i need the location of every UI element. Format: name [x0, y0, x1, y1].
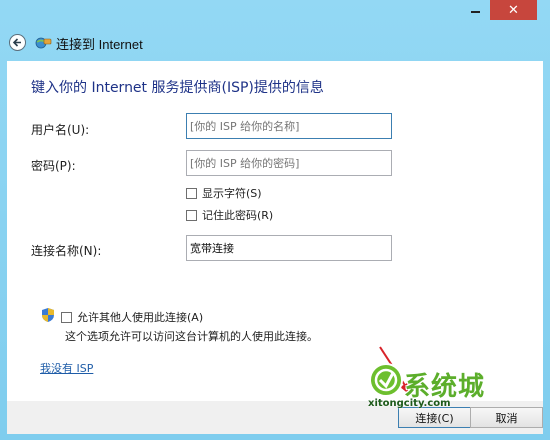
connect-button[interactable]: 连接(C) — [398, 407, 471, 428]
show-chars-label: 显示字符(S) — [202, 187, 262, 200]
no-isp-link[interactable]: 我没有 ISP — [40, 360, 93, 376]
minimize-button[interactable] — [462, 0, 488, 20]
show-chars-checkbox[interactable] — [186, 187, 197, 199]
username-label: 用户名(U): — [31, 123, 90, 137]
allow-others-note: 这个选项允许可以访问这台计算机的人使用此连接。 — [65, 330, 318, 343]
password-label: 密码(P): — [31, 159, 76, 173]
allow-others-label: 允许其他人使用此连接(A) — [77, 311, 204, 324]
cancel-button[interactable]: 取消 — [470, 407, 543, 428]
uac-shield-icon — [42, 308, 54, 322]
close-button[interactable]: ✕ — [490, 0, 537, 20]
network-icon — [35, 37, 52, 49]
back-button[interactable] — [9, 34, 26, 51]
remember-password-checkbox[interactable] — [186, 209, 197, 221]
content-panel: 键入你的 Internet 服务提供商(ISP)提供的信息 用户名(U): 密码… — [7, 61, 543, 401]
show-chars-row[interactable]: 显示字符(S) — [186, 185, 262, 201]
nav-area: 连接到 Internet — [0, 20, 550, 62]
remember-password-row[interactable]: 记住此密码(R) — [186, 207, 273, 223]
connection-name-label: 连接名称(N): — [31, 244, 102, 258]
remember-password-label: 记住此密码(R) — [202, 209, 274, 222]
username-input[interactable] — [186, 113, 392, 139]
back-arrow-icon — [12, 38, 21, 47]
allow-others-row[interactable]: 允许其他人使用此连接(A) — [61, 309, 203, 325]
allow-others-checkbox[interactable] — [61, 311, 72, 323]
password-input[interactable] — [186, 150, 392, 176]
close-icon: ✕ — [508, 2, 519, 18]
connection-name-input[interactable] — [186, 235, 392, 261]
minimize-icon — [470, 11, 480, 13]
button-footer: 连接(C) 取消 — [7, 401, 543, 434]
window-title: 连接到 Internet — [56, 37, 143, 52]
page-heading: 键入你的 Internet 服务提供商(ISP)提供的信息 — [31, 80, 324, 96]
